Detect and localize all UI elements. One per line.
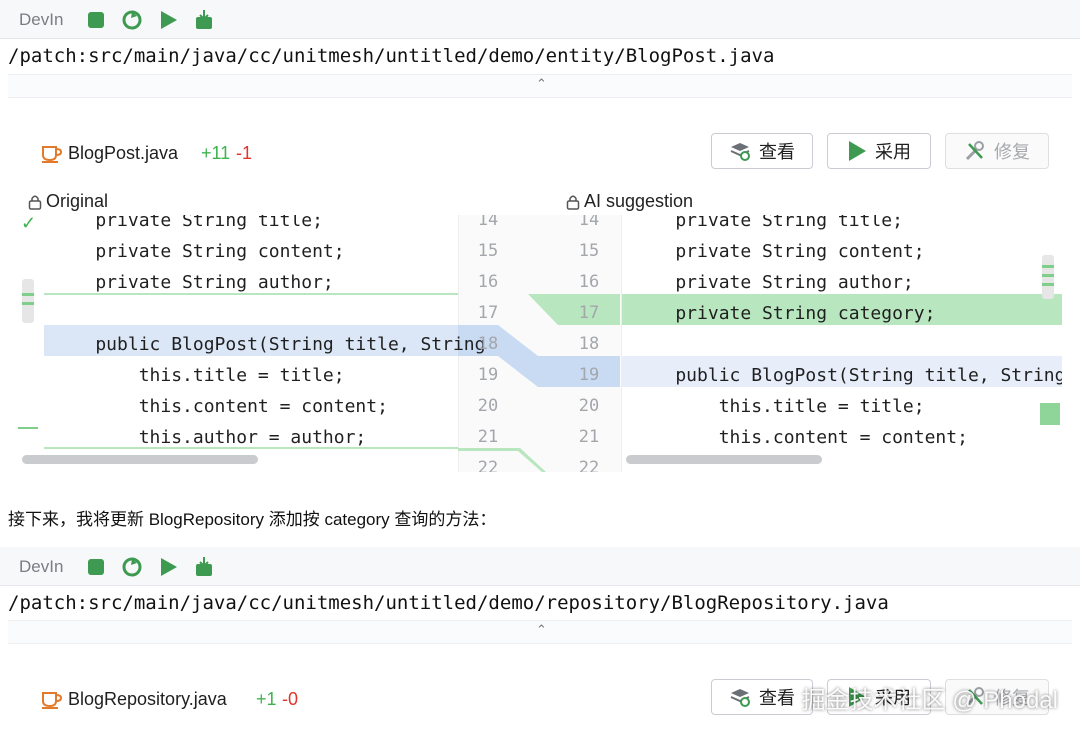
view-button-label: 查看 bbox=[759, 142, 795, 162]
lock-icon bbox=[566, 195, 580, 210]
original-line-number: 19 bbox=[477, 365, 499, 385]
original-code-line bbox=[52, 298, 462, 329]
java-file-icon bbox=[42, 692, 62, 709]
view-button-label: 查看 bbox=[759, 688, 795, 708]
stop-icon[interactable] bbox=[85, 556, 107, 578]
apply-button-label: 采用 bbox=[875, 142, 911, 162]
suggested-line-number: 21 bbox=[578, 427, 600, 447]
original-line-number: 20 bbox=[477, 396, 499, 416]
devin-toolbar-2: DevIn bbox=[0, 547, 1080, 586]
suggested-code-line: this.content = content; bbox=[632, 427, 968, 448]
suggested-line-number: 20 bbox=[578, 396, 600, 416]
suggested-line-number: 19 bbox=[578, 365, 600, 385]
path-field-2[interactable]: /patch:src/main/java/cc/unitmesh/untitle… bbox=[0, 586, 1052, 620]
original-line-number: 21 bbox=[477, 427, 499, 447]
watermark: 掘金技术社区 @ Phodal bbox=[801, 687, 1058, 714]
left-vertical-scrollbar[interactable] bbox=[22, 279, 34, 323]
stop-icon[interactable] bbox=[85, 9, 107, 31]
suggested-line-number: 18 bbox=[578, 334, 600, 354]
copy-icon[interactable] bbox=[121, 556, 143, 578]
view-button-2[interactable]: 查看 bbox=[711, 679, 813, 715]
copy-icon[interactable] bbox=[121, 9, 143, 31]
original-code-line: private String author; bbox=[52, 272, 334, 293]
play-icon bbox=[849, 141, 866, 161]
original-code-line: this.author = author; bbox=[52, 427, 367, 448]
original-code-line: this.title = title; bbox=[52, 365, 345, 386]
deletions-count: -0 bbox=[282, 689, 299, 709]
original-code-line: this.content = content; bbox=[52, 396, 388, 417]
suggested-code-line: this.title = title; bbox=[632, 396, 925, 417]
collapse-toggle-2[interactable]: ⌃ bbox=[8, 620, 1072, 644]
original-code-line: public BlogPost(String title, String bbox=[52, 334, 486, 355]
path-field[interactable]: /patch:src/main/java/cc/unitmesh/untitle… bbox=[0, 39, 1052, 73]
diff-viewer[interactable]: private String title; private String con… bbox=[18, 215, 1062, 472]
deletions-count: -1 bbox=[236, 143, 253, 163]
original-label: Original bbox=[28, 191, 108, 212]
chevron-up-icon: ⌃ bbox=[536, 76, 547, 91]
original-line-number: 22 bbox=[477, 458, 499, 472]
left-change-marker bbox=[18, 427, 38, 429]
suggested-code-line: private String category; bbox=[632, 303, 936, 324]
original-line-number: 14 bbox=[477, 215, 499, 230]
right-horizontal-scrollbar[interactable] bbox=[626, 455, 822, 464]
original-line-number: 16 bbox=[477, 272, 499, 292]
apply-button[interactable]: 采用 bbox=[827, 133, 931, 169]
original-code-line: private String content; bbox=[52, 241, 345, 262]
insert-icon[interactable] bbox=[193, 9, 215, 31]
suggested-code-line: public BlogPost(String title, String bbox=[632, 365, 1062, 386]
run-icon[interactable] bbox=[157, 9, 179, 31]
language-label: DevIn bbox=[19, 10, 64, 29]
additions-count: +11 bbox=[201, 143, 231, 163]
suggested-line-number: 15 bbox=[578, 241, 600, 261]
suggested-code-line bbox=[632, 329, 1052, 360]
view-button[interactable]: 查看 bbox=[711, 133, 813, 169]
suggested-code-line: private String author; bbox=[632, 272, 914, 293]
file-name: BlogPost.java bbox=[68, 143, 179, 163]
view-icon bbox=[730, 143, 750, 161]
suggested-line-number: 16 bbox=[578, 272, 600, 292]
assistant-message: 接下来，我将更新 BlogRepository 添加按 category 查询的… bbox=[8, 510, 497, 529]
ai-suggestion-label: AI suggestion bbox=[566, 191, 693, 212]
path-text: /patch:src/main/java/cc/unitmesh/untitle… bbox=[8, 45, 775, 67]
right-change-marker bbox=[1040, 403, 1060, 425]
right-vertical-scrollbar[interactable] bbox=[1042, 255, 1054, 299]
devin-toolbar: DevIn bbox=[0, 0, 1080, 39]
suggested-code-line: private String title; bbox=[632, 215, 903, 231]
original-code-line: private String title; bbox=[52, 215, 323, 231]
insert-icon[interactable] bbox=[193, 556, 215, 578]
repair-button-label: 修复 bbox=[994, 142, 1030, 162]
tools-icon bbox=[965, 141, 984, 161]
suggested-line-number: 14 bbox=[578, 215, 600, 230]
java-file-icon bbox=[42, 146, 62, 163]
additions-count: +1 bbox=[256, 689, 277, 709]
path-text: /patch:src/main/java/cc/unitmesh/untitle… bbox=[8, 592, 889, 614]
lock-icon bbox=[28, 195, 42, 210]
repair-button[interactable]: 修复 bbox=[945, 133, 1049, 169]
view-icon bbox=[730, 689, 750, 707]
suggested-line-number: 22 bbox=[578, 458, 600, 472]
chevron-up-icon: ⌃ bbox=[536, 622, 547, 637]
language-label: DevIn bbox=[19, 557, 64, 576]
file-name: BlogRepository.java bbox=[68, 689, 227, 709]
suggested-line-number: 17 bbox=[578, 303, 600, 323]
original-line-number: 17 bbox=[477, 303, 499, 323]
original-line-number: 15 bbox=[477, 241, 499, 261]
suggested-code-line: private String content; bbox=[632, 241, 925, 262]
left-horizontal-scrollbar[interactable] bbox=[22, 455, 258, 464]
check-icon: ✓ bbox=[21, 215, 37, 233]
run-icon[interactable] bbox=[157, 556, 179, 578]
collapse-toggle[interactable]: ⌃ bbox=[8, 74, 1072, 98]
original-line-number: 18 bbox=[477, 334, 499, 354]
